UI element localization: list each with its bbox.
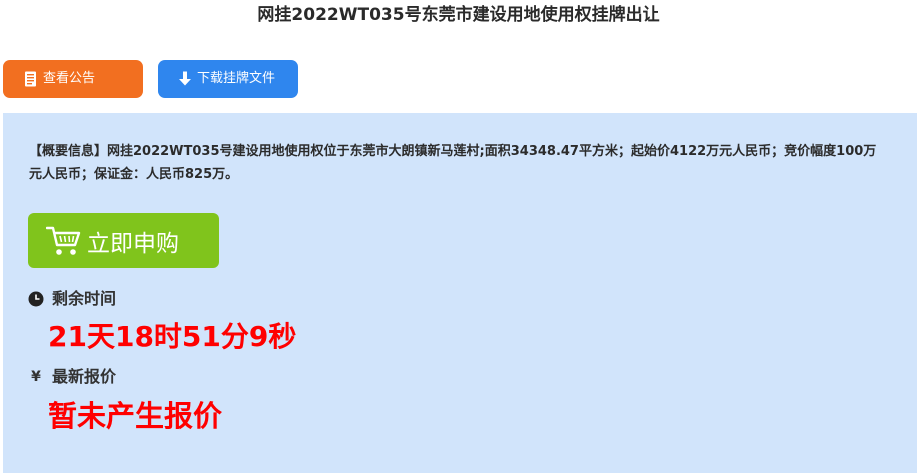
- latest-offer-value: 暂未产生报价: [48, 399, 223, 433]
- buy-now-button[interactable]: 立即申购: [28, 213, 219, 268]
- remaining-time-heading: 剩余时间: [28, 288, 116, 310]
- shopping-cart-icon: [28, 225, 82, 257]
- countdown-value: 21天18时51分9秒: [48, 320, 297, 353]
- view-announcement-label: 查看公告: [43, 71, 96, 86]
- download-arrow-icon: [177, 71, 193, 87]
- download-listing-files-label: 下载挂牌文件: [197, 71, 276, 86]
- remaining-time-label: 剩余时间: [52, 289, 117, 308]
- clock-icon: [28, 291, 44, 307]
- latest-offer-label: 最新报价: [52, 367, 117, 386]
- view-announcement-button[interactable]: 查看公告: [3, 60, 143, 98]
- page: 网挂2022WT035号东莞市建设用地使用权挂牌出让 查看公告 下载挂牌文件 【…: [0, 0, 917, 473]
- buy-now-label: 立即申购: [87, 230, 179, 257]
- yen-icon: ¥: [31, 369, 41, 385]
- detail-panel: 【概要信息】网挂2022WT035号建设用地使用权位于东莞市大朗镇新马莲村;面积…: [3, 113, 917, 473]
- page-title: 网挂2022WT035号东莞市建设用地使用权挂牌出让: [257, 5, 660, 25]
- download-listing-files-button[interactable]: 下载挂牌文件: [158, 60, 298, 98]
- summary-text: 【概要信息】网挂2022WT035号建设用地使用权位于东莞市大朗镇新马莲村;面积…: [29, 144, 877, 182]
- latest-offer-heading: ¥ 最新报价: [28, 366, 116, 388]
- document-icon: [23, 71, 39, 87]
